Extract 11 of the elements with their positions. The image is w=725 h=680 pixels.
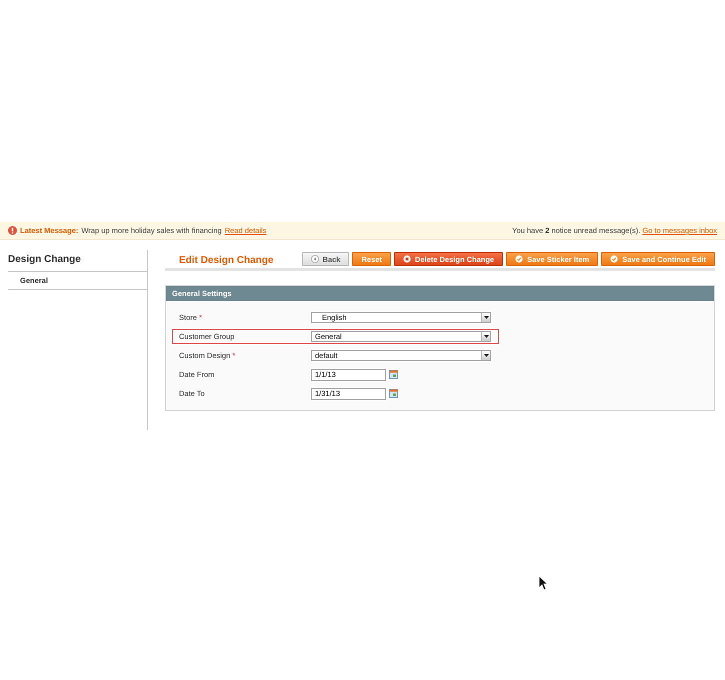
- delete-icon: [402, 255, 411, 263]
- check-icon: [515, 255, 524, 263]
- sidebar-title: Design Change: [8, 250, 147, 272]
- check-icon: [610, 255, 618, 263]
- dropdown-arrow-icon[interactable]: [484, 354, 488, 357]
- alert-icon: [8, 226, 17, 235]
- dropdown-arrow-icon[interactable]: [484, 335, 488, 338]
- page-title: Edit Design Change: [179, 254, 274, 266]
- back-icon: [310, 255, 319, 263]
- pointer-icon: [538, 575, 548, 591]
- dropdown-arrow-icon[interactable]: [484, 316, 488, 319]
